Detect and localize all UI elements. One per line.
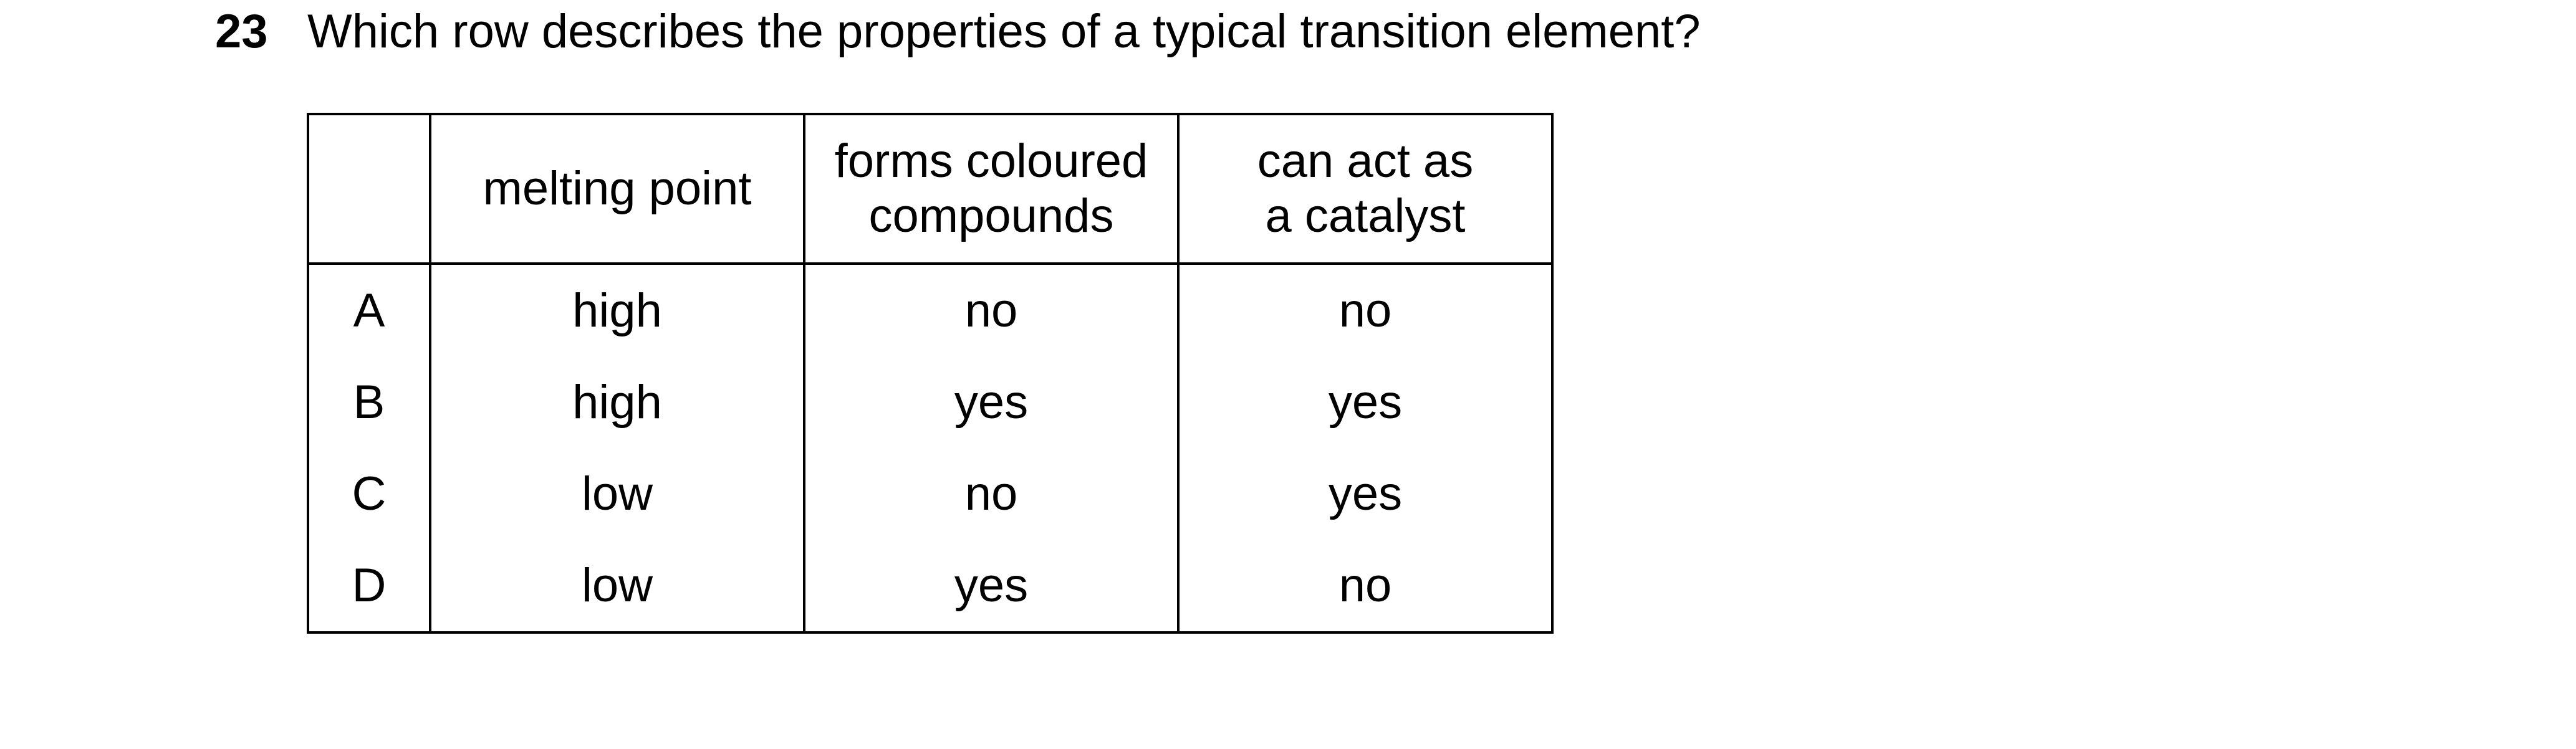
question-text: Which row describes the properties of a … [307,5,1701,58]
question-number: 23 [215,5,268,58]
catalyst-cell: no [1177,540,1554,634]
table-header-row: melting point forms coloured compounds c… [307,113,1554,265]
header-coloured-compounds-line-1: forms coloured [834,135,1148,188]
coloured-compounds-cell: no [803,264,1180,356]
melting-point-cell: low [429,540,805,634]
header-catalyst: can act as a catalyst [1177,113,1554,265]
coloured-compounds-cell: yes [803,540,1180,634]
option-key: D [307,540,431,634]
melting-point-cell: high [429,356,805,448]
header-coloured-compounds: forms coloured compounds [803,113,1180,265]
header-melting-point: melting point [429,113,805,265]
melting-point-cell: high [429,264,805,356]
header-melting-point-label: melting point [483,162,752,215]
melting-point-cell: low [429,448,805,540]
coloured-compounds-cell: no [803,448,1180,540]
coloured-compounds-cell: yes [803,356,1180,448]
catalyst-cell: yes [1177,448,1554,540]
header-coloured-compounds-line-2: compounds [868,189,1114,242]
option-key: C [307,448,431,540]
table-row: A high no no [307,264,1554,356]
header-catalyst-line-2: a catalyst [1265,189,1466,242]
table-row: C low no yes [307,448,1554,540]
option-key: B [307,356,431,448]
table-row: D low yes no [307,540,1554,634]
header-option-key [307,113,431,265]
header-catalyst-line-1: can act as [1257,135,1474,188]
option-key: A [307,264,431,356]
table-row: B high yes yes [307,356,1554,448]
answer-options-table: melting point forms coloured compounds c… [307,113,1554,634]
catalyst-cell: yes [1177,356,1554,448]
catalyst-cell: no [1177,264,1554,356]
